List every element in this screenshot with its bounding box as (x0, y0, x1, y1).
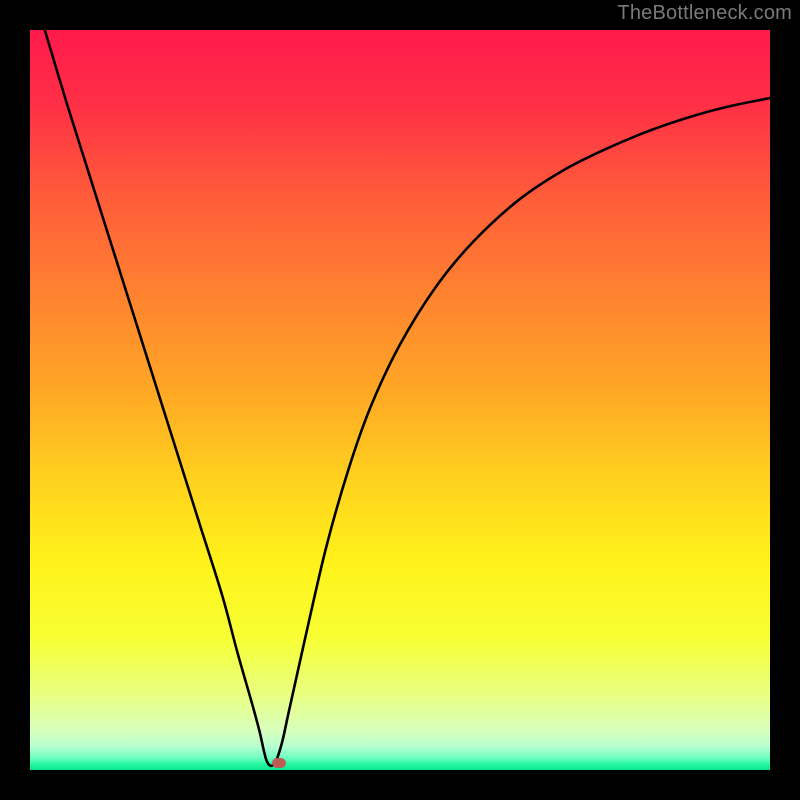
bottleneck-curve (30, 30, 770, 770)
chart-frame: TheBottleneck.com (0, 0, 800, 800)
minimum-marker (272, 758, 286, 768)
plot-area (30, 30, 770, 770)
watermark-text: TheBottleneck.com (617, 2, 792, 25)
curve-path (45, 30, 770, 766)
